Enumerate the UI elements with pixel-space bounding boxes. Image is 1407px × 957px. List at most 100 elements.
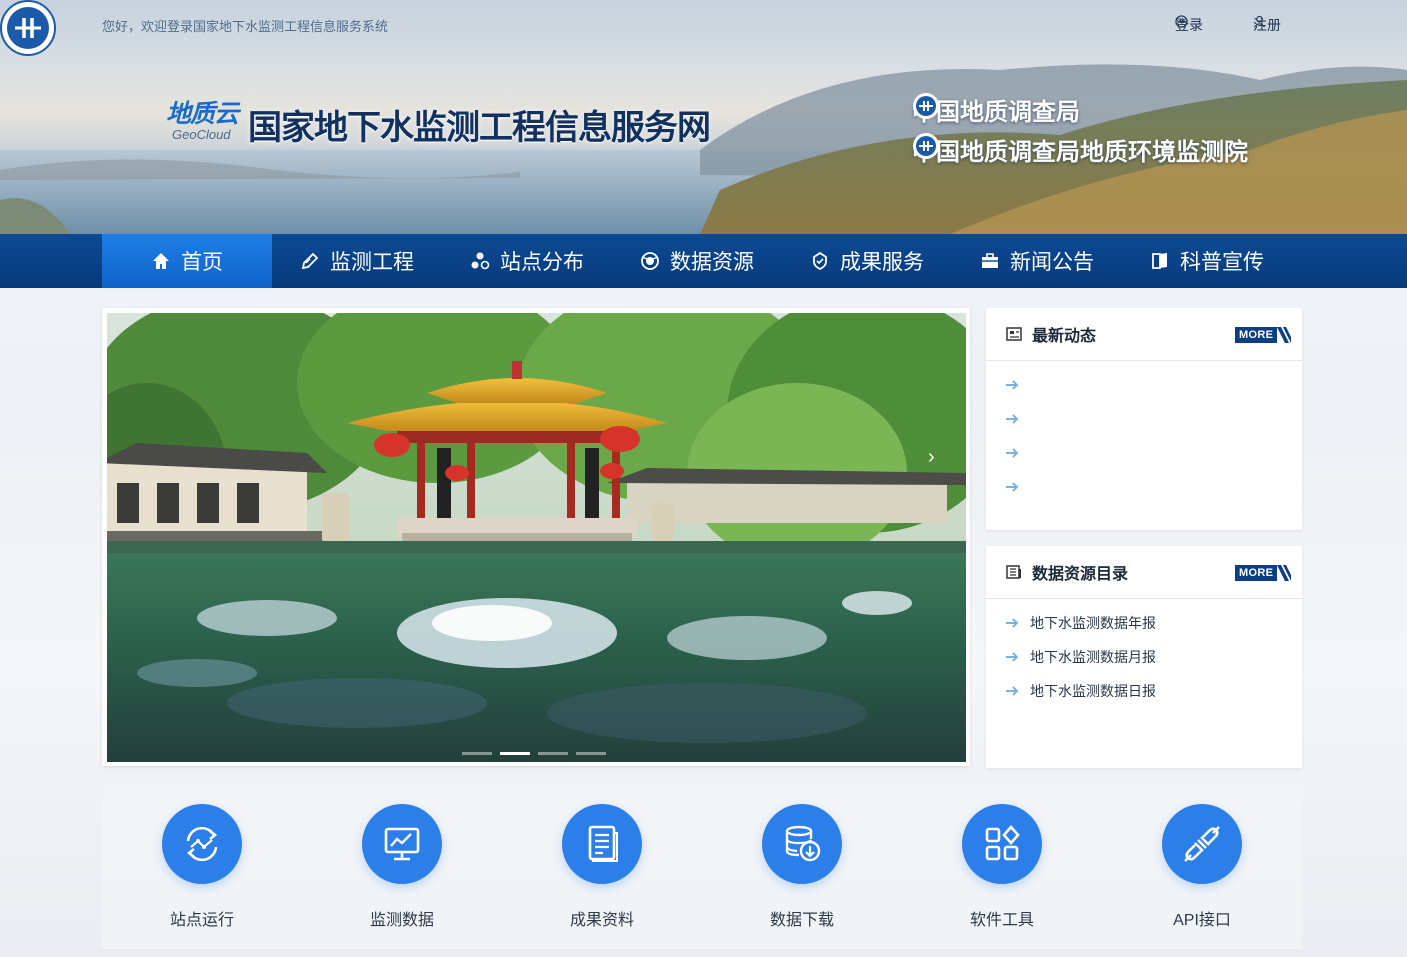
arrow-right-icon <box>1006 380 1019 390</box>
carousel-dot[interactable] <box>538 752 568 755</box>
quick-link-api[interactable]: API接口 <box>1142 804 1262 930</box>
nav-science-popularization[interactable]: 科普宣传 <box>1122 234 1292 288</box>
carousel-indicators <box>462 752 606 755</box>
plug-icon <box>1184 826 1220 862</box>
quick-link-software-tools[interactable]: 软件工具 <box>942 804 1062 930</box>
user-icon <box>1253 15 1266 28</box>
list-item[interactable]: 地下水监测数据年报 <box>1006 606 1156 640</box>
quick-link-results-materials[interactable]: 成果资料 <box>542 804 662 930</box>
pencil-icon <box>301 252 319 270</box>
arrow-right-icon <box>1006 686 1019 696</box>
carousel-next-arrow[interactable]: › <box>928 446 935 469</box>
nav-station-distribution[interactable]: 站点分布 <box>442 234 612 288</box>
quick-link-label: API接口 <box>1173 912 1231 929</box>
globe-icon <box>641 252 659 270</box>
document-icon <box>588 825 618 862</box>
org-link-monitoring-institute[interactable]: 中国地质调查局地质环境监测院 <box>912 132 1248 167</box>
carousel-dot-active[interactable] <box>500 752 530 755</box>
arrow-right-icon <box>1006 448 1019 458</box>
list-item[interactable] <box>1006 436 1030 470</box>
list-item-label: 地下水监测数据日报 <box>1030 683 1156 699</box>
list-item-label: 地下水监测数据年报 <box>1030 615 1156 631</box>
list-item[interactable] <box>1006 368 1030 402</box>
nav-monitoring-project[interactable]: 监测工程 <box>272 234 442 288</box>
list-item[interactable]: 地下水监测数据月报 <box>1006 640 1156 674</box>
quick-link-station-operation[interactable]: 站点运行 <box>142 804 262 930</box>
more-label: MORE <box>1235 327 1278 343</box>
list-item[interactable] <box>1006 402 1030 436</box>
quick-link-data-download[interactable]: 数据下载 <box>742 804 862 930</box>
carousel-dot[interactable] <box>462 752 492 755</box>
dots-icon <box>471 252 490 270</box>
more-slash-icon <box>1277 565 1292 581</box>
welcome-text: 您好，欢迎登录国家地下水监测工程信息服务系统 <box>102 19 389 34</box>
nav-label: 科普宣传 <box>1180 251 1264 274</box>
carousel-slide-image[interactable] <box>107 313 966 762</box>
badge-icon <box>813 251 827 271</box>
briefcase-icon <box>982 253 998 268</box>
quick-link-circle <box>362 804 442 884</box>
panel-title: 最新动态 <box>1032 328 1097 345</box>
main-nav: 首页 监测工程 站点分布 数据资源 成果服务 新闻公告 科普宣传 <box>0 234 1407 288</box>
cgs-seal-logo[interactable] <box>0 0 56 56</box>
nav-news[interactable]: 新闻公告 <box>952 234 1122 288</box>
home-icon <box>153 253 169 269</box>
brand-en: GeoCloud <box>172 127 231 142</box>
login-link[interactable]: 登录 <box>1175 15 1203 35</box>
panel-header: 数据资源目录 MORE <box>986 546 1302 599</box>
cgs-emblem-icon <box>913 93 939 119</box>
catalog-icon <box>1006 565 1021 579</box>
arrow-right-icon <box>1006 618 1019 628</box>
quick-link-label: 数据下载 <box>769 912 834 929</box>
quick-links: 站点运行 监测数据 成果资料 数据下载 软件工具 API接口 <box>102 784 1302 949</box>
panel-header: 最新动态 MORE <box>986 308 1302 361</box>
news-list <box>1006 368 1030 504</box>
quick-link-label: 软件工具 <box>969 912 1034 929</box>
more-link[interactable]: MORE <box>1235 565 1292 581</box>
nav-data-resources[interactable]: 数据资源 <box>612 234 782 288</box>
monitor-chart-icon <box>384 827 420 861</box>
brand-cn: 地质云 <box>166 100 239 128</box>
quick-link-circle <box>1162 804 1242 884</box>
newspaper-icon <box>1006 327 1022 341</box>
data-catalog-panel: 数据资源目录 MORE 地下水监测数据年报 地下水监测数据月报 地下水监测数据日… <box>986 546 1302 768</box>
arrow-right-icon <box>1006 414 1019 424</box>
image-carousel[interactable] <box>102 308 970 766</box>
list-item[interactable]: 地下水监测数据日报 <box>1006 674 1156 708</box>
nav-label: 监测工程 <box>330 251 414 274</box>
nav-label: 数据资源 <box>670 251 754 274</box>
arrow-right-icon <box>1006 482 1019 492</box>
register-link[interactable]: 注册 <box>1253 15 1281 35</box>
nav-label: 新闻公告 <box>1010 251 1094 274</box>
list-item-label: 地下水监测数据月报 <box>1030 649 1156 665</box>
quick-link-label: 成果资料 <box>569 912 634 929</box>
more-link[interactable]: MORE <box>1235 327 1292 343</box>
more-label: MORE <box>1235 565 1278 581</box>
quick-link-circle <box>762 804 842 884</box>
nav-results-service[interactable]: 成果服务 <box>782 234 952 288</box>
site-title: 国家地下水监测工程信息服务网 <box>248 109 711 147</box>
geocloud-brand[interactable]: 地质云 GeoCloud <box>166 100 239 142</box>
nav-label: 站点分布 <box>500 251 584 274</box>
nav-label: 首页 <box>181 251 223 274</box>
org-link-cgs[interactable]: 中国地质调查局 <box>912 92 1080 127</box>
login-icon <box>1175 15 1188 28</box>
quick-link-circle <box>562 804 642 884</box>
panel-title: 数据资源目录 <box>1032 566 1129 583</box>
header-banner: 您好，欢迎登录国家地下水监测工程信息服务系统 登录 注册 地质云 GeoClou… <box>0 0 1407 234</box>
quick-link-monitoring-data[interactable]: 监测数据 <box>342 804 462 930</box>
apps-icon <box>985 825 1020 861</box>
refresh-network-icon <box>186 826 218 862</box>
nav-label: 成果服务 <box>840 251 924 274</box>
quick-link-label: 监测数据 <box>369 912 434 929</box>
quick-link-label: 站点运行 <box>169 912 234 929</box>
nav-home[interactable]: 首页 <box>102 234 272 288</box>
latest-news-panel: 最新动态 MORE <box>986 308 1302 530</box>
more-slash-icon <box>1277 327 1292 343</box>
catalog-list: 地下水监测数据年报 地下水监测数据月报 地下水监测数据日报 <box>1006 606 1156 708</box>
carousel-dot[interactable] <box>576 752 606 755</box>
quick-link-circle <box>962 804 1042 884</box>
quick-link-circle <box>162 804 242 884</box>
org-name: 中国地质调查局地质环境监测院 <box>912 139 1248 166</box>
list-item[interactable] <box>1006 470 1030 504</box>
